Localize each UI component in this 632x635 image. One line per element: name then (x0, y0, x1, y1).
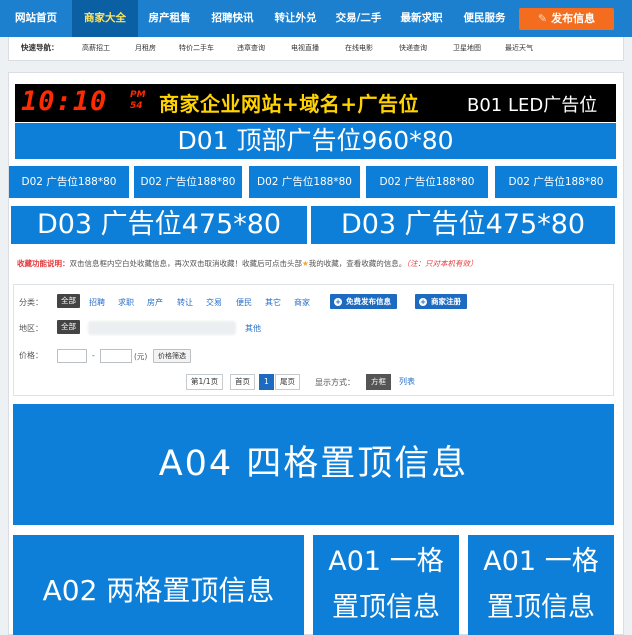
nav-item-home[interactable]: 网站首页 (0, 0, 72, 37)
pen-icon: ✎ (537, 12, 548, 25)
region-label: 地区： (19, 324, 43, 333)
quick-link[interactable]: 月租房 (135, 37, 156, 59)
merchant-register-button[interactable]: + 商家注册 (415, 294, 467, 309)
ad-d03[interactable]: D03 广告位475*80 (311, 206, 615, 244)
ad-d02[interactable]: D02 广告位188*80 (249, 166, 360, 198)
nav-item-jobs[interactable]: 招聘快讯 (201, 0, 264, 37)
category-merchants[interactable]: 商家 (294, 297, 310, 308)
led-clock: 10:10 (21, 86, 108, 117)
display-mode-grid[interactable]: 方框 (366, 374, 391, 390)
price-label: 价格： (19, 351, 43, 360)
ad-a01[interactable]: A01 一格 置顶信息 (468, 535, 614, 635)
ad-d02[interactable]: D02 广告位188*80 (134, 166, 242, 198)
category-jobs[interactable]: 招聘 (89, 297, 105, 308)
ad-a01[interactable]: A01 一格 置顶信息 (313, 535, 459, 635)
ad-a02[interactable]: A02 两格置顶信息 (13, 535, 304, 635)
favorites-label: 收藏功能说明： (17, 259, 70, 268)
region-list-blurred (88, 321, 236, 335)
category-trade[interactable]: 交易 (206, 297, 222, 308)
publish-button[interactable]: ✎ 发布信息 (519, 8, 614, 30)
favorites-text-2: ，查看收藏的信息。 (338, 259, 407, 268)
led-text: 商家企业网站+域名+广告位 (159, 92, 420, 116)
region-all[interactable]: 全部 (57, 320, 80, 334)
led-ampm: PM 54 (130, 90, 146, 112)
nav-item-services[interactable]: 便民服务 (453, 0, 516, 37)
nav-item-secondhand[interactable]: 交易/二手 (327, 0, 390, 37)
publish-label: 发布信息 (551, 12, 596, 25)
a01-line1: A01 一格 (328, 546, 444, 577)
display-mode-label: 显示方式： (315, 378, 355, 387)
favorites-text: 双击信息框内空白处收藏信息，再次双击取消收藏！收藏后可点击头部 (69, 259, 303, 268)
plus-icon: + (419, 298, 427, 306)
price-min-input[interactable] (57, 349, 87, 363)
free-publish-label: 免费发布信息 (346, 297, 391, 306)
category-services[interactable]: 便民 (236, 297, 252, 308)
category-other[interactable]: 其它 (265, 297, 281, 308)
price-dash: - (92, 351, 95, 360)
ad-d03[interactable]: D03 广告位475*80 (11, 206, 307, 244)
quick-link[interactable]: 卫星地图 (453, 37, 481, 59)
last-page-button[interactable]: 尾页 (275, 374, 300, 390)
led-ampm-label: PM (130, 90, 146, 100)
category-transfer[interactable]: 转让 (177, 297, 193, 308)
quick-link[interactable]: 快递查询 (399, 37, 427, 59)
quick-link[interactable]: 最近天气 (505, 37, 533, 59)
ad-d02[interactable]: D02 广告位188*80 (366, 166, 488, 198)
a01-line1: A01 一格 (483, 546, 599, 577)
nav-item-merchants[interactable]: 商家大全 (72, 0, 138, 37)
a01-line2: 置顶信息 (332, 592, 440, 623)
star-icon: ★ (302, 259, 309, 268)
quick-link[interactable]: 违章查询 (237, 37, 265, 59)
led-seconds: 54 (130, 101, 143, 111)
free-publish-button[interactable]: + 免费发布信息 (330, 294, 397, 309)
category-all[interactable]: 全部 (57, 294, 80, 308)
ad-d02[interactable]: D02 广告位188*80 (9, 166, 129, 198)
region-other[interactable]: 其他 (245, 323, 261, 334)
led-banner-ad[interactable]: 10:10 PM 54 商家企业网站+域名+广告位 B01 LED广告位 (15, 84, 616, 122)
category-realestate[interactable]: 房产 (147, 297, 163, 308)
quick-link[interactable]: 电视直播 (291, 37, 319, 59)
favorites-hint: 收藏功能说明：双击信息框内空白处收藏信息，再次双击取消收藏！收藏后可点击头部★我… (17, 258, 477, 269)
ad-d01[interactable]: D01 顶部广告位960*80 (15, 123, 616, 159)
nav-item-resumes[interactable]: 最新求职 (390, 0, 453, 37)
merchant-register-label: 商家注册 (431, 297, 461, 306)
page-info: 第1/1页 (186, 374, 224, 390)
first-page-button[interactable]: 首页 (230, 374, 255, 390)
my-favorites-link[interactable]: 我的收藏 (309, 259, 339, 268)
display-mode-list[interactable]: 列表 (399, 376, 415, 387)
top-nav: 网站首页 商家大全 房产租售 招聘快讯 转让外兑 交易/二手 最新求职 便民服务… (0, 0, 632, 37)
price-unit: (元) (134, 352, 148, 361)
price-max-input[interactable] (100, 349, 132, 363)
quick-link[interactable]: 特价二手车 (179, 37, 214, 59)
favorites-note: （注：只对本机有效） (406, 259, 478, 268)
quick-link[interactable]: 在线电影 (345, 37, 373, 59)
a01-line2: 置顶信息 (487, 592, 595, 623)
nav-item-realestate[interactable]: 房产租售 (138, 0, 201, 37)
category-label: 分类： (19, 298, 43, 307)
quick-nav: 快速导航： 高薪招工 月租房 特价二手车 违章查询 电视直播 在线电影 快递查询… (8, 37, 624, 61)
led-code: B01 LED广告位 (467, 95, 598, 116)
nav-item-transfer[interactable]: 转让外兑 (264, 0, 327, 37)
quick-nav-label: 快速导航： (21, 43, 59, 52)
current-page[interactable]: 1 (259, 374, 274, 390)
category-resumes[interactable]: 求职 (118, 297, 134, 308)
price-filter-button[interactable]: 价格筛选 (153, 349, 191, 363)
quick-link[interactable]: 高薪招工 (82, 37, 110, 59)
ad-a04[interactable]: A04 四格置顶信息 (13, 404, 614, 525)
ad-d02[interactable]: D02 广告位188*80 (495, 166, 617, 198)
plus-icon: + (334, 298, 342, 306)
